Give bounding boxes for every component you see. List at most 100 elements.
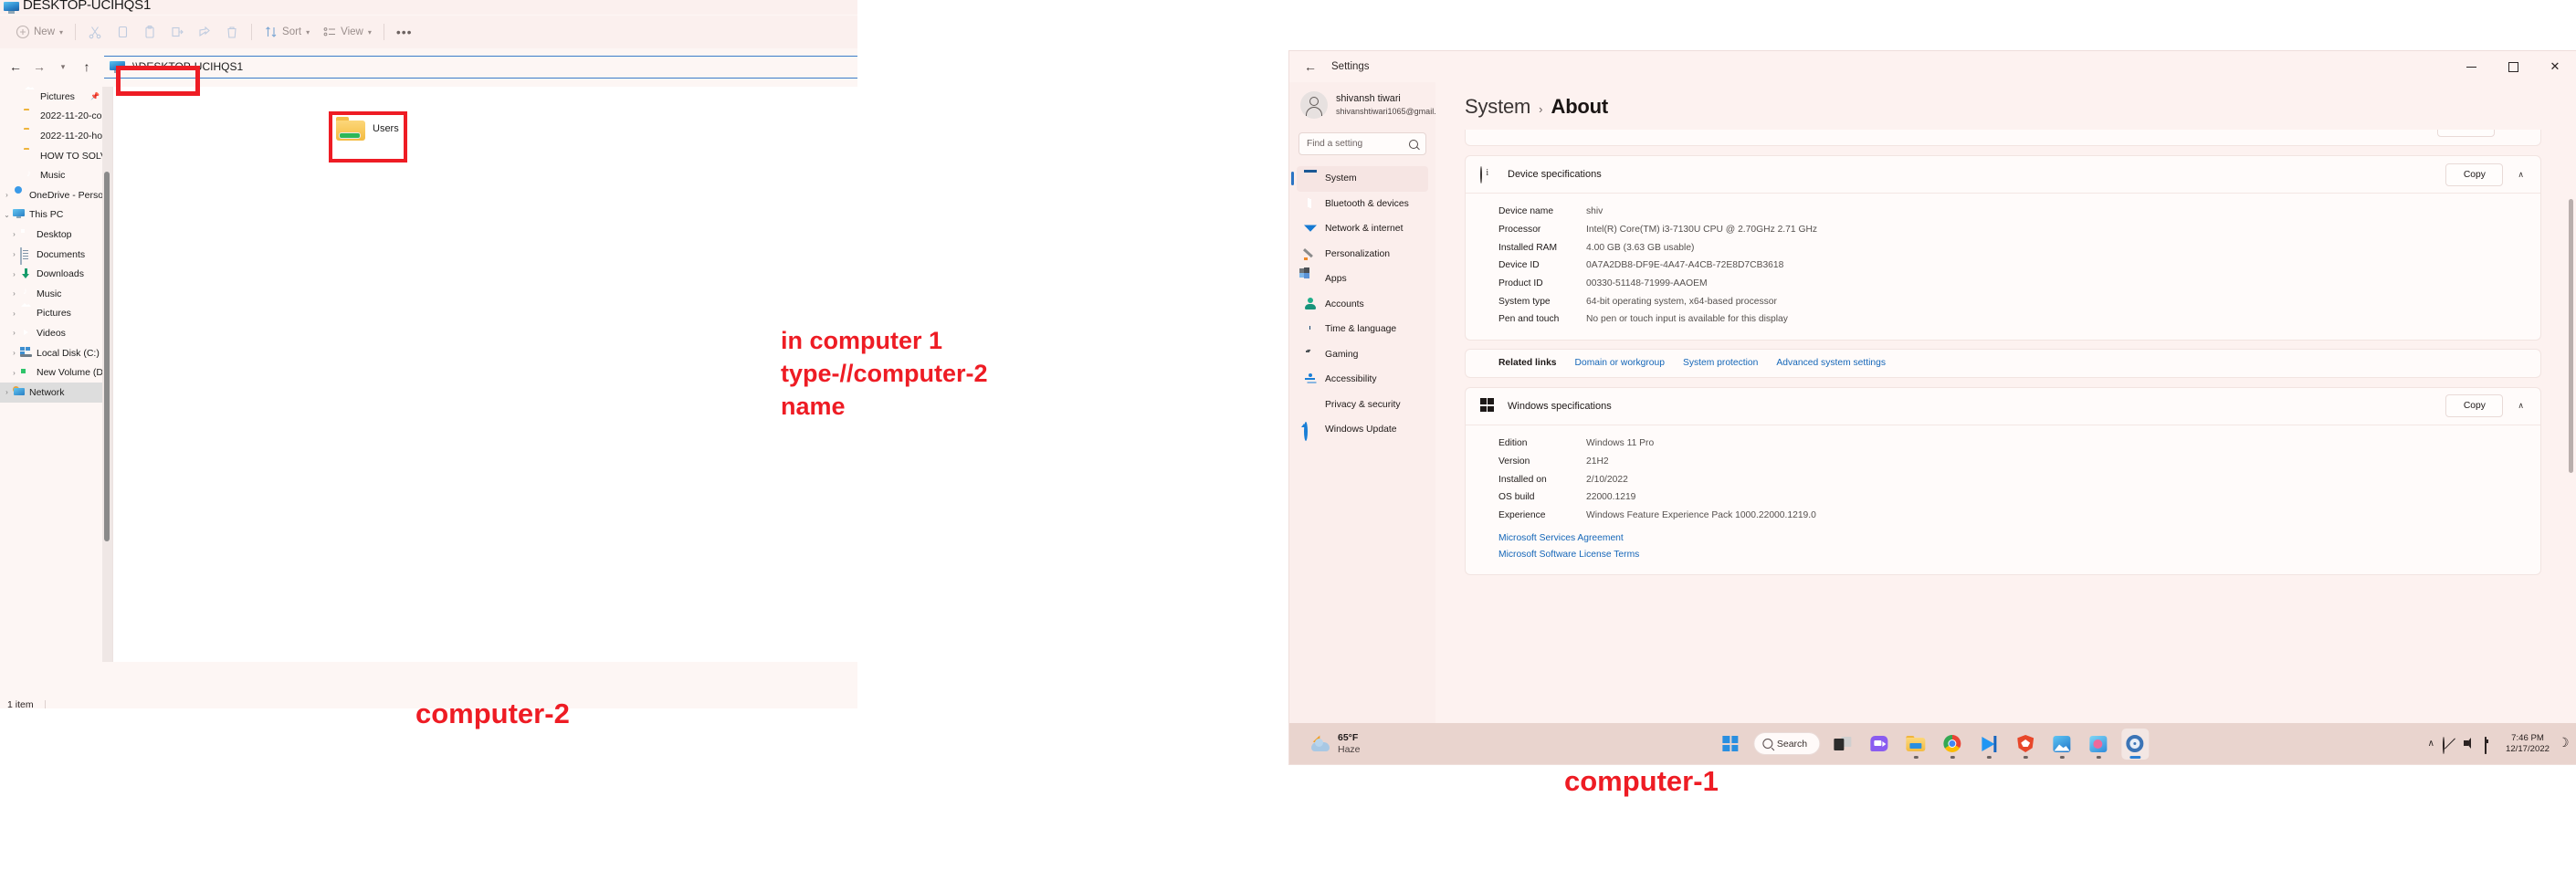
chevron-down-icon[interactable]: ⌄ — [2, 210, 12, 220]
new-button[interactable]: New ▾ — [9, 19, 69, 45]
sort-button[interactable]: Sort ▾ — [258, 19, 316, 45]
tree-item-music[interactable]: ›Music — [0, 284, 102, 304]
chevron-up-icon[interactable]: ∧ — [2512, 401, 2529, 411]
tree-item-videos[interactable]: › Videos — [0, 323, 102, 343]
taskbar-search-button[interactable]: Search — [1752, 732, 1821, 755]
settings-back-button[interactable]: ← — [1297, 53, 1324, 80]
related-link[interactable]: System protection — [1683, 358, 1758, 368]
settings-window: ← Settings ✕ shivansh tiwari shivanshtiw… — [1289, 51, 2576, 764]
do-not-disturb-icon[interactable] — [2558, 735, 2570, 750]
chevron-right-icon[interactable]: › — [9, 328, 19, 338]
related-link[interactable]: Advanced system settings — [1776, 358, 1886, 368]
device-specifications-header[interactable]: Device specifications Copy ∧ — [1466, 156, 2540, 193]
copy-button[interactable] — [109, 19, 136, 45]
tree-item-music[interactable]: ›Music — [0, 165, 102, 185]
tree-item-new-volume-d[interactable]: › New Volume (D:) — [0, 362, 102, 383]
volume-icon[interactable] — [2464, 738, 2476, 750]
sidebar-item-windows-update[interactable]: Windows Update — [1297, 417, 1428, 443]
tree-item-this-pc[interactable]: ⌄ This PC — [0, 205, 102, 225]
photos-button[interactable] — [2048, 729, 2076, 760]
pin-icon[interactable]: 📌 — [90, 92, 100, 100]
file-explorer-button[interactable] — [1902, 729, 1929, 760]
tree-item-onedrive-personal[interactable]: › OneDrive - Personal — [0, 185, 102, 205]
chevron-right-icon[interactable]: › — [2, 387, 12, 397]
chat-button[interactable] — [1866, 729, 1893, 760]
copy-device-specs-button[interactable]: Copy — [2445, 163, 2504, 186]
cut-button[interactable] — [81, 19, 109, 45]
spec-value: Windows Feature Experience Pack 1000.220… — [1586, 509, 1816, 520]
share-button[interactable] — [191, 19, 218, 45]
settings-search-field[interactable]: Find a setting — [1299, 132, 1426, 155]
system-icon — [1304, 173, 1317, 185]
breadcrumb-parent[interactable]: System — [1465, 95, 1530, 119]
tree-item-local-disk-c[interactable]: › Local Disk (C:) — [0, 343, 102, 363]
forward-button[interactable]: → — [27, 55, 51, 79]
copy-windows-specs-button[interactable]: Copy — [2445, 394, 2504, 418]
chevron-right-icon[interactable]: › — [9, 269, 19, 279]
windows-spec-link[interactable]: Microsoft Services Agreement — [1466, 530, 2540, 547]
tree-item-network[interactable]: › Network — [0, 382, 102, 403]
delete-button[interactable] — [218, 19, 246, 45]
sidebar-item-network-internet[interactable]: Network & internet — [1297, 216, 1428, 242]
tree-item-how-to-solve-wifi-problem-in-win10[interactable]: ›HOW TO SOLVE WIFI PROBLEM IN WIN10 — [0, 146, 102, 166]
tree-item-downloads[interactable]: › Downloads — [0, 264, 102, 284]
related-link[interactable]: Domain or workgroup — [1575, 358, 1665, 368]
sidebar-item-time-language[interactable]: Time & language — [1297, 317, 1428, 342]
back-button[interactable]: ← — [4, 55, 27, 79]
chevron-up-icon[interactable]: ∧ — [2512, 170, 2529, 180]
task-view-button[interactable] — [1829, 729, 1856, 760]
windows-spec-link[interactable]: Microsoft Software License Terms — [1466, 547, 2540, 563]
vscode-button[interactable] — [1975, 729, 2003, 760]
network-disconnected-icon[interactable] — [2442, 736, 2455, 754]
sidebar-item-privacy-security[interactable]: Privacy & security — [1297, 393, 1428, 418]
view-button[interactable]: View ▾ — [316, 19, 378, 45]
chevron-right-icon[interactable]: › — [9, 368, 19, 378]
sidebar-item-accounts[interactable]: Accounts — [1297, 292, 1428, 318]
chrome-button[interactable] — [1939, 729, 1966, 760]
explorer-content-pane[interactable] — [113, 87, 857, 662]
clock[interactable]: 7:46 PM 12/17/2022 — [2506, 733, 2550, 754]
chevron-right-icon[interactable]: › — [2, 190, 12, 200]
main-scrollbar-thumb[interactable] — [2569, 199, 2573, 473]
main-scrollbar-track[interactable] — [2569, 135, 2573, 719]
sidebar-item-gaming[interactable]: Gaming — [1297, 342, 1428, 368]
more-options-button[interactable]: ••• — [390, 19, 419, 45]
tree-item-desktop[interactable]: › Desktop — [0, 225, 102, 245]
account-block[interactable]: shivansh tiwari shivanshtiwari1065@gmail… — [1289, 82, 1452, 119]
paste-icon — [142, 25, 157, 39]
close-button[interactable]: ✕ — [2534, 51, 2576, 82]
rename-button[interactable] — [163, 19, 191, 45]
up-button[interactable]: ↑ — [75, 55, 99, 79]
chevron-right-icon[interactable]: › — [9, 288, 19, 299]
brave-button[interactable] — [2012, 729, 2039, 760]
show-hidden-icons-button[interactable]: ∧ — [2428, 739, 2434, 749]
address-bar[interactable]: \\DESKTOP-UCIHQS1 — [104, 55, 857, 79]
battery-icon[interactable] — [2484, 736, 2497, 754]
minimize-button[interactable] — [2450, 51, 2492, 82]
recent-locations-button[interactable]: ▾ — [51, 55, 75, 79]
weather-widget-computer-1[interactable]: 65°F Haze — [1311, 732, 1361, 755]
tree-scrollbar-thumb[interactable] — [104, 172, 110, 541]
tree-item-pictures[interactable]: ›Pictures📌 — [0, 87, 102, 107]
paint-button[interactable] — [2085, 729, 2112, 760]
maximize-button[interactable] — [2492, 51, 2534, 82]
sidebar-item-bluetooth-devices[interactable]: Bluetooth & devices — [1297, 192, 1428, 217]
list-item-users[interactable]: Users — [336, 117, 399, 141]
sidebar-item-system[interactable]: System — [1291, 166, 1428, 192]
tree-item-pictures[interactable]: › Pictures — [0, 304, 102, 324]
paste-button[interactable] — [136, 19, 163, 45]
start-button[interactable] — [1717, 729, 1744, 760]
sidebar-item-personalization[interactable]: Personalization — [1297, 242, 1428, 267]
chevron-right-icon[interactable]: › — [9, 348, 19, 358]
tree-item-documents[interactable]: › Documents — [0, 245, 102, 266]
sidebar-item-accessibility[interactable]: Accessibility — [1297, 367, 1428, 393]
sidebar-item-apps[interactable]: Apps — [1297, 267, 1428, 292]
settings-button[interactable] — [2121, 728, 2150, 760]
copy-button-partial[interactable] — [2437, 130, 2495, 137]
tree-item-2022-11-20-how-to-make-windows-11-bootable-usb[interactable]: ›2022-11-20-how-to-make-windows-11-boota… — [0, 126, 102, 146]
windows-specifications-header[interactable]: Windows specifications Copy ∧ — [1466, 388, 2540, 425]
chevron-right-icon[interactable]: › — [9, 249, 19, 259]
chevron-right-icon[interactable]: › — [9, 309, 19, 319]
chevron-right-icon[interactable]: › — [9, 229, 19, 239]
tree-item-2022-11-20-connect-two-computers-on-same-wifi-n[interactable]: ›2022-11-20-connect-two-computers-on-sam… — [0, 107, 102, 127]
